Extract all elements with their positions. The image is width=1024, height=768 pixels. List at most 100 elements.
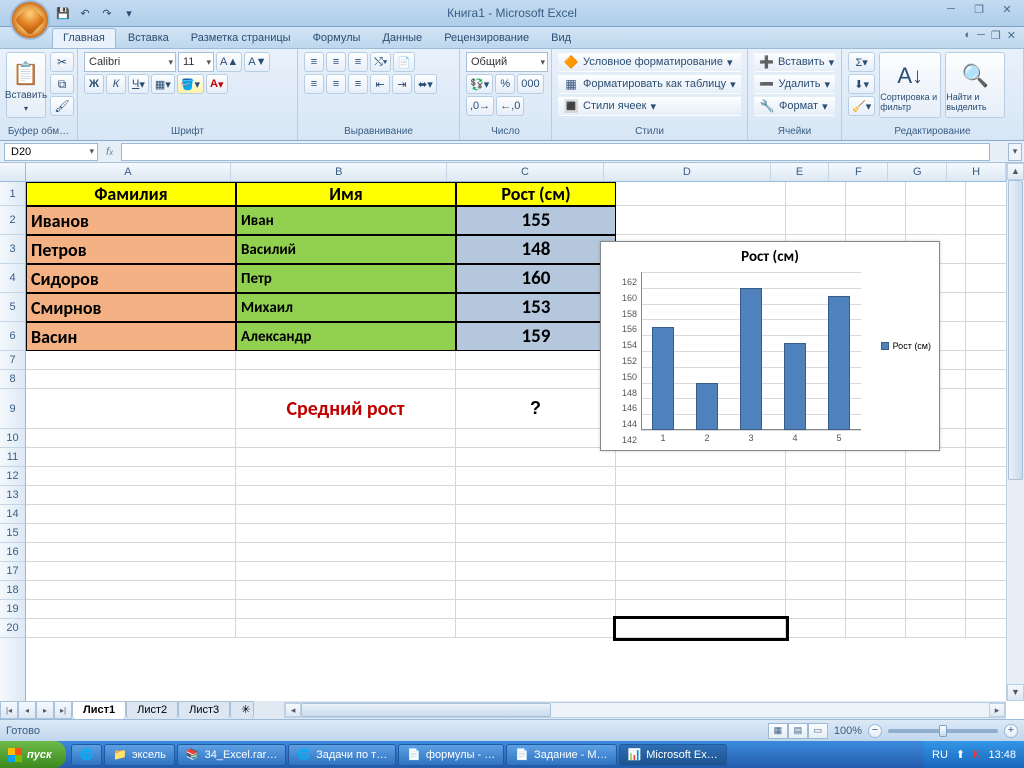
cell[interactable]	[26, 370, 236, 389]
clock[interactable]: 13:48	[988, 749, 1016, 761]
new-sheet-button[interactable]: ✳	[230, 701, 254, 719]
percent-button[interactable]: %	[495, 74, 515, 94]
cell[interactable]: Имя	[236, 182, 456, 206]
align-bottom-button[interactable]: ≡	[348, 52, 368, 72]
taskbar-item[interactable]: 🌐	[71, 744, 103, 766]
row-header[interactable]: 15	[0, 524, 25, 543]
vertical-scrollbar[interactable]: ▲ ▼	[1006, 163, 1024, 701]
col-header[interactable]: B	[231, 163, 447, 181]
cell[interactable]	[786, 182, 846, 206]
comma-button[interactable]: 000	[517, 74, 543, 94]
cell[interactable]	[786, 524, 846, 543]
cell[interactable]	[846, 543, 906, 562]
col-header[interactable]: D	[604, 163, 771, 181]
formula-input[interactable]	[121, 143, 990, 161]
cell[interactable]	[786, 543, 846, 562]
cell[interactable]	[236, 543, 456, 562]
cell[interactable]	[906, 182, 966, 206]
scroll-up-icon[interactable]: ▲	[1007, 163, 1024, 180]
row-header[interactable]: 10	[0, 429, 25, 448]
cell[interactable]	[786, 467, 846, 486]
delete-cells-button[interactable]: ➖Удалить▾	[754, 74, 835, 94]
row-header[interactable]: 1	[0, 182, 25, 206]
format-as-table-button[interactable]: ▦Форматировать как таблицу▾	[558, 74, 741, 94]
insert-cells-button[interactable]: ➕Вставить▾	[754, 52, 835, 72]
taskbar-item[interactable]: 📄формулы - …	[398, 744, 504, 766]
cell[interactable]	[846, 524, 906, 543]
cell[interactable]	[236, 600, 456, 619]
border-button[interactable]: ▦▾	[151, 74, 175, 94]
taskbar-item[interactable]: 📄Задание - М…	[506, 744, 616, 766]
increase-decimal-button[interactable]: ,0→	[466, 96, 494, 116]
cell[interactable]	[26, 505, 236, 524]
fill-color-button[interactable]: 🪣▾	[177, 74, 204, 94]
cell[interactable]	[456, 543, 616, 562]
taskbar-item[interactable]: 📚34_Excel.rar…	[177, 744, 286, 766]
cell[interactable]	[26, 486, 236, 505]
cell[interactable]: 148	[456, 235, 616, 264]
cell[interactable]	[786, 619, 846, 638]
row-header[interactable]: 14	[0, 505, 25, 524]
row-header[interactable]: 17	[0, 562, 25, 581]
cell[interactable]: Васин	[26, 322, 236, 351]
font-size-combo[interactable]: 11	[178, 52, 214, 72]
copy-button[interactable]: ⧉	[50, 74, 74, 94]
cell[interactable]	[906, 467, 966, 486]
cell[interactable]	[236, 370, 456, 389]
cell[interactable]	[26, 600, 236, 619]
fx-icon[interactable]: fx	[106, 146, 113, 158]
orientation-button[interactable]: ⤭▾	[370, 52, 391, 72]
cell[interactable]	[26, 351, 236, 370]
align-middle-button[interactable]: ≡	[326, 52, 346, 72]
kaspersky-icon[interactable]: K	[973, 749, 980, 761]
cell[interactable]	[906, 505, 966, 524]
cell[interactable]	[786, 581, 846, 600]
cell[interactable]	[786, 600, 846, 619]
row-header[interactable]: 13	[0, 486, 25, 505]
cell[interactable]: 160	[456, 264, 616, 293]
cell[interactable]	[456, 600, 616, 619]
minimize-button[interactable]: ─	[940, 3, 962, 16]
increase-indent-button[interactable]: ⇥	[392, 74, 412, 94]
font-name-combo[interactable]: Calibri	[84, 52, 176, 72]
cell[interactable]	[846, 600, 906, 619]
cell[interactable]	[786, 486, 846, 505]
fill-button[interactable]: ⬇▾	[848, 74, 875, 94]
cell[interactable]: Средний рост	[236, 389, 456, 429]
grow-font-button[interactable]: A▲	[216, 52, 242, 72]
qat-dropdown-icon[interactable]: ▾	[120, 4, 138, 22]
taskbar-item[interactable]: 📁эксель	[104, 744, 175, 766]
cell[interactable]: Иванов	[26, 206, 236, 235]
page-layout-view-button[interactable]: ▤	[788, 723, 808, 739]
cell[interactable]	[786, 206, 846, 235]
cell[interactable]	[616, 524, 786, 543]
cell[interactable]	[616, 467, 786, 486]
sheet-tab-2[interactable]: Лист2	[126, 701, 178, 719]
decrease-decimal-button[interactable]: ←,0	[496, 96, 524, 116]
cell[interactable]: Александр	[236, 322, 456, 351]
cell[interactable]	[616, 600, 786, 619]
cell[interactable]	[906, 581, 966, 600]
row-header[interactable]: 12	[0, 467, 25, 486]
row-header[interactable]: 6	[0, 322, 25, 351]
cell[interactable]	[26, 524, 236, 543]
cell[interactable]	[786, 562, 846, 581]
cell[interactable]	[906, 619, 966, 638]
cell[interactable]	[456, 562, 616, 581]
taskbar-item[interactable]: 📊Microsoft Ex…	[619, 744, 727, 766]
cell[interactable]	[846, 486, 906, 505]
cell[interactable]	[456, 467, 616, 486]
workbook-close-icon[interactable]: ✕	[1007, 29, 1016, 42]
workbook-minimize-icon[interactable]: ─	[977, 29, 985, 42]
col-header[interactable]: G	[888, 163, 947, 181]
tab-formulas[interactable]: Формулы	[303, 29, 371, 48]
cell[interactable]	[616, 182, 786, 206]
conditional-formatting-button[interactable]: 🔶Условное форматирование▾	[558, 52, 741, 72]
wrap-text-button[interactable]: 📄	[393, 52, 415, 72]
cell[interactable]: 155	[456, 206, 616, 235]
accounting-button[interactable]: 💱▾	[466, 74, 493, 94]
taskbar-item[interactable]: 🌐Задачи по т…	[288, 744, 396, 766]
undo-icon[interactable]: ↶	[76, 4, 94, 22]
scroll-thumb[interactable]	[1008, 180, 1023, 480]
cell[interactable]: Рост (см)	[456, 182, 616, 206]
